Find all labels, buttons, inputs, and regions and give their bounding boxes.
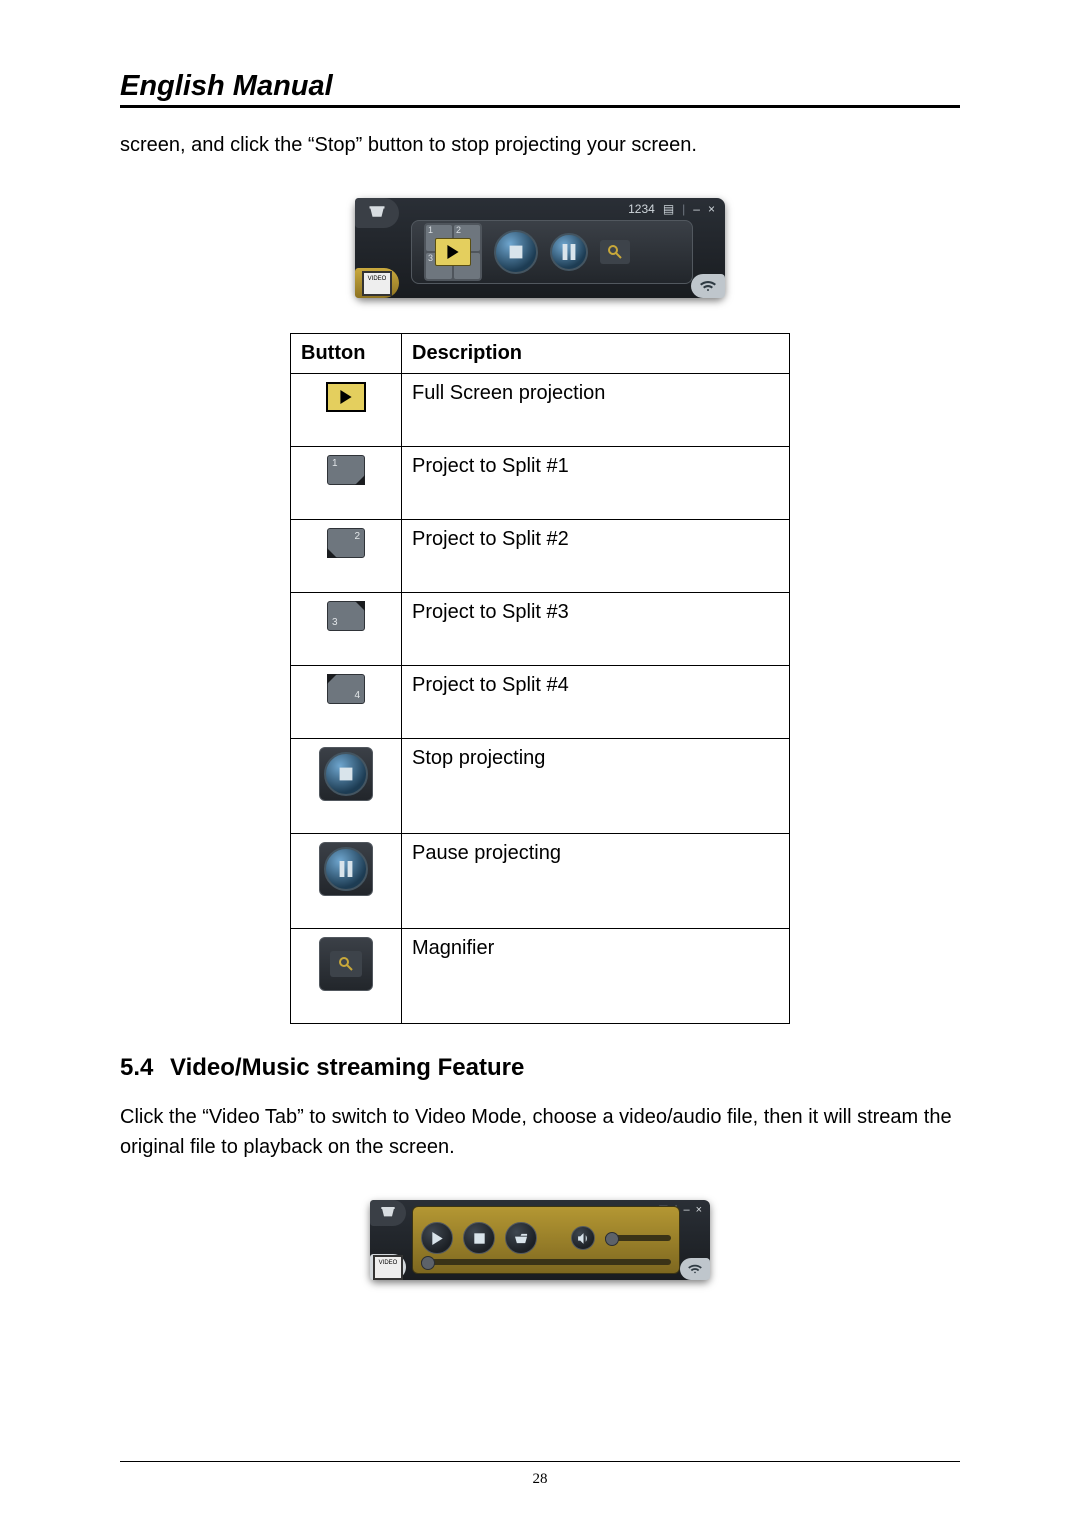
video-tab-label: VIDEO <box>373 1255 403 1280</box>
icon-cell-magnifier <box>291 929 402 1024</box>
volume-slider[interactable] <box>605 1235 671 1241</box>
projection-toolbar: VIDEO 1234 ▤ | – × 1 2 3 4 <box>355 198 725 298</box>
play-icon <box>326 382 366 412</box>
table-row: Magnifier <box>291 929 790 1024</box>
table-row: 1 Project to Split #1 <box>291 447 790 520</box>
play-icon <box>431 1232 444 1245</box>
video-volume-button[interactable] <box>571 1226 595 1250</box>
intro-paragraph: screen, and click the “Stop” button to s… <box>120 130 960 160</box>
video-play-button[interactable] <box>421 1222 453 1254</box>
magnifier-icon <box>330 951 362 977</box>
video-tab-label: VIDEO <box>362 271 392 296</box>
divider: | <box>682 202 685 216</box>
table-row: Full Screen projection <box>291 374 790 447</box>
projection-tab[interactable] <box>355 198 399 228</box>
icon-cell-split1: 1 <box>291 447 402 520</box>
section-title: Video/Music streaming Feature <box>170 1054 524 1082</box>
slider-thumb[interactable] <box>605 1232 619 1246</box>
desc-cell: Magnifier <box>402 929 790 1024</box>
desc-cell: Stop projecting <box>402 739 790 834</box>
code-label: 1234 <box>628 202 655 216</box>
monitor-icon <box>368 206 386 220</box>
close-icon[interactable]: × <box>708 202 715 216</box>
icon-cell-pause <box>291 834 402 929</box>
table-header-row: Button Description <box>291 334 790 374</box>
stop-icon <box>324 752 368 796</box>
video-toolbar: VIDEO ▤ | – × <box>370 1200 710 1280</box>
wifi-icon <box>699 279 717 293</box>
icon-cell-split3: 3 <box>291 593 402 666</box>
play-icon <box>446 245 460 259</box>
stop-button[interactable] <box>494 230 538 274</box>
desc-cell: Pause projecting <box>402 834 790 929</box>
stop-icon <box>473 1232 486 1245</box>
volume-icon <box>577 1232 590 1245</box>
video-control-row <box>421 1221 671 1255</box>
video-open-button[interactable] <box>505 1222 537 1254</box>
progress-slider[interactable] <box>421 1259 671 1265</box>
table-row: Pause projecting <box>291 834 790 929</box>
section-number: 5.4 <box>120 1054 170 1082</box>
monitor-icon <box>380 1207 396 1219</box>
video-toolbar-figure: VIDEO ▤ | – × <box>120 1200 960 1285</box>
progress-row <box>421 1255 671 1269</box>
footer-rule <box>120 1461 960 1462</box>
split-grid: 1 2 3 4 <box>424 223 482 281</box>
minimize-icon[interactable]: – <box>693 202 700 216</box>
table-row: 4 Project to Split #4 <box>291 666 790 739</box>
desc-cell: Project to Split #1 <box>402 447 790 520</box>
magnifier-button[interactable] <box>600 240 630 264</box>
pause-icon <box>324 847 368 891</box>
button-description-table: Button Description Full Screen projectio… <box>290 333 790 1024</box>
page-title: English Manual <box>120 70 960 108</box>
pause-button[interactable] <box>550 233 588 271</box>
pause-icon <box>561 244 577 260</box>
icon-cell-stop <box>291 739 402 834</box>
desc-cell: Project to Split #2 <box>402 520 790 593</box>
desc-cell: Project to Split #3 <box>402 593 790 666</box>
toolbar-top-controls: 1234 ▤ | – × <box>628 202 715 216</box>
minimize-icon[interactable]: – <box>683 1204 689 1216</box>
table-row: 3 Project to Split #3 <box>291 593 790 666</box>
folder-open-icon <box>515 1232 528 1245</box>
wifi-indicator <box>680 1258 710 1280</box>
split3-icon: 3 <box>327 601 365 631</box>
projection-toolbar-figure: VIDEO 1234 ▤ | – × 1 2 3 4 <box>120 198 960 303</box>
icon-cell-split2: 2 <box>291 520 402 593</box>
icon-cell-play <box>291 374 402 447</box>
toolbar-main-row: 1 2 3 4 <box>411 220 693 284</box>
projection-tab[interactable] <box>370 1200 406 1226</box>
table-row: Stop projecting <box>291 739 790 834</box>
split1-icon: 1 <box>327 455 365 485</box>
close-icon[interactable]: × <box>696 1204 702 1216</box>
split4-icon: 4 <box>327 674 365 704</box>
slider-thumb[interactable] <box>421 1256 435 1270</box>
manual-page: English Manual screen, and click the “St… <box>0 0 1080 1528</box>
section-heading: 5.4 Video/Music streaming Feature <box>120 1054 960 1082</box>
header-description: Description <box>402 334 790 374</box>
desc-cell: Project to Split #4 <box>402 666 790 739</box>
table-row: 2 Project to Split #2 <box>291 520 790 593</box>
header-button: Button <box>291 334 402 374</box>
magnifier-icon <box>607 244 623 260</box>
video-stop-button[interactable] <box>463 1222 495 1254</box>
fullscreen-play-button[interactable] <box>435 238 471 266</box>
split2-icon: 2 <box>327 528 365 558</box>
menu-icon[interactable]: ▤ <box>663 202 674 216</box>
section-paragraph: Click the “Video Tab” to switch to Video… <box>120 1102 960 1162</box>
toolbar2-main <box>412 1206 680 1274</box>
video-tab[interactable]: VIDEO <box>370 1254 406 1280</box>
desc-cell: Full Screen projection <box>402 374 790 447</box>
video-tab[interactable]: VIDEO <box>355 268 399 298</box>
page-number: 28 <box>0 1471 1080 1488</box>
wifi-indicator <box>691 274 725 298</box>
stop-icon <box>508 244 524 260</box>
icon-cell-split4: 4 <box>291 666 402 739</box>
wifi-icon <box>687 1263 703 1275</box>
